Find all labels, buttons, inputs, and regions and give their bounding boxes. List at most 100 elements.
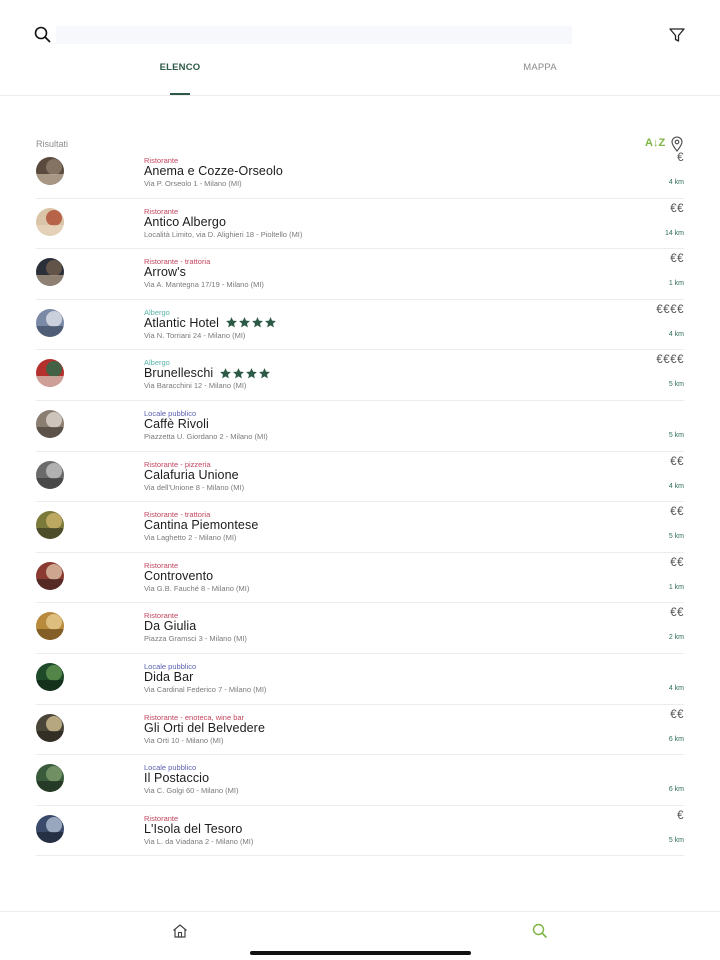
- tab-mappa[interactable]: MAPPA: [480, 62, 600, 96]
- venue-name-text: Anema e Cozze-Orseolo: [144, 164, 283, 178]
- distance: 4 km: [668, 330, 684, 338]
- search-input[interactable]: [56, 26, 572, 44]
- venue-address: Via dell'Unione 8 - Milano (MI): [144, 482, 245, 492]
- tab-elenco-label: ELENCO: [159, 62, 201, 73]
- price-level: €€: [670, 708, 684, 721]
- top-bar: ELENCO MAPPA: [0, 0, 720, 96]
- venue-name: Cantina Piemontese: [144, 518, 258, 532]
- venue-name: Caffè Rivoli: [144, 417, 209, 431]
- list-item[interactable]: Ristorante L'Isola del Tesoro Via L. da Vi…: [36, 806, 684, 857]
- venue-thumbnail: [36, 410, 64, 438]
- price-level: €€: [670, 607, 684, 620]
- list-item[interactable]: Ristorante - enoteca, wine bar Gli Orti d…: [36, 705, 684, 756]
- distance: 1 km: [668, 583, 684, 591]
- venue-thumbnail: [36, 511, 64, 540]
- venue-thumbnail: [36, 157, 64, 185]
- venue-address: Via Cardinal Federico 7 - Milano (MI): [144, 685, 267, 694]
- venue-name: Anema e Cozze-Orseolo: [144, 164, 283, 178]
- venue-address: Via P. Orseolo 1 - Milano (MI): [144, 179, 242, 188]
- venue-address: Piazzetta U. Giordano 2 - Milano (MI): [144, 432, 268, 441]
- venue-name: Il Postaccio: [144, 771, 209, 785]
- star-icon: [264, 316, 277, 329]
- venue-thumbnail: [36, 814, 64, 843]
- venue-thumbnail: [36, 612, 64, 641]
- list-item[interactable]: Ristorante - pizzeria Calafuria Unione Via…: [36, 452, 684, 503]
- star-icon: [232, 367, 245, 380]
- venue-name: Dida Bar: [144, 670, 193, 684]
- distance: 5 km: [668, 432, 684, 439]
- venue-name-text: Calafuria Unione: [144, 467, 239, 482]
- venue-name-text: Brunelleschi: [144, 366, 214, 381]
- home-indicator: [250, 951, 471, 955]
- venue-name-text: Gli Orti del Belvedere: [144, 720, 265, 735]
- venue-thumbnail: [36, 764, 64, 793]
- venue-name-text: Arrow's: [144, 265, 186, 280]
- list-item[interactable]: Ristorante Anema e Cozze-Orseolo Via P. Or…: [36, 148, 684, 199]
- venue-thumbnail: [36, 561, 64, 590]
- star-icon: [238, 316, 251, 329]
- star-rating: [219, 367, 271, 380]
- venue-address: Via L. da Viadana 2 - Milano (MI): [144, 836, 254, 846]
- venue-address: Località Limito, via D. Alighieri 18 - P…: [144, 229, 303, 239]
- star-icon: [251, 316, 264, 329]
- venue-address: Via C. Golgi 60 - Milano (MI): [144, 786, 239, 796]
- distance: 5 km: [668, 836, 684, 844]
- venue-name: Antico Albergo: [144, 215, 226, 229]
- venue-name-text: Cantina Piemontese: [144, 518, 259, 533]
- star-icon: [245, 367, 258, 380]
- list-item[interactable]: Ristorante - trattoria Cantina Piemontese…: [36, 502, 684, 553]
- venue-thumbnail: [36, 207, 64, 236]
- search-icon[interactable]: [32, 24, 54, 46]
- venue-name-text: Caffè Rivoli: [144, 417, 209, 431]
- venue-address: Via G.B. Fauché 8 - Milano (MI): [144, 583, 250, 593]
- list-item[interactable]: Albergo Brunelleschi Via Baracchini 12 - M…: [36, 350, 684, 401]
- bottom-nav: [0, 911, 720, 960]
- price-level: €: [677, 152, 684, 164]
- filter-icon[interactable]: [666, 24, 688, 46]
- list-item[interactable]: Albergo Atlantic Hotel Via N. Torriani 24 …: [36, 300, 684, 351]
- venue-address: Via Orti 10 - Milano (MI): [144, 735, 224, 745]
- tab-elenco[interactable]: ELENCO: [120, 62, 240, 96]
- venue-thumbnail: [36, 460, 64, 489]
- venue-name-text: Antico Albergo: [144, 214, 227, 229]
- venue-address: Via Baracchini 12 - Milano (MI): [144, 381, 247, 391]
- venue-name: Arrow's: [144, 265, 186, 279]
- star-rating: [225, 316, 277, 329]
- distance: 5 km: [668, 381, 684, 389]
- list-item[interactable]: Ristorante Da Giulia Piazza Gramsci 3 - Mi…: [36, 603, 684, 654]
- price-level: €€: [670, 202, 684, 215]
- venue-name: L'Isola del Tesoro: [144, 822, 242, 836]
- venue-address: Via Laghetto 2 - Milano (MI): [144, 533, 237, 543]
- venue-name: Calafuria Unione: [144, 468, 239, 482]
- venue-name: Da Giulia: [144, 619, 196, 633]
- venue-thumbnail: [36, 713, 64, 742]
- venue-thumbnail: [36, 258, 64, 287]
- list-item[interactable]: Locale pubblico Il Postaccio Via C. Golgi …: [36, 755, 684, 806]
- venue-name: Controvento: [144, 569, 213, 583]
- list-item[interactable]: Locale pubblico Caffè Rivoli Piazzetta U. …: [36, 401, 684, 452]
- venue-name-text: Controvento: [144, 568, 214, 583]
- price-level: €€: [670, 253, 684, 266]
- venue-address: Piazza Gramsci 3 - Milano (MI): [144, 634, 247, 644]
- price-level: €€: [670, 506, 684, 519]
- venue-name-text: Dida Bar: [144, 670, 194, 684]
- search-icon[interactable]: [531, 922, 549, 940]
- star-icon: [219, 367, 232, 380]
- list-item[interactable]: Ristorante - trattoria Arrow's Via A. Mant…: [36, 249, 684, 300]
- venue-name: Brunelleschi: [144, 366, 271, 380]
- list-item[interactable]: Ristorante Antico Albergo Località Limito,…: [36, 199, 684, 250]
- distance: 1 km: [668, 280, 684, 288]
- venue-thumbnail: [36, 359, 64, 388]
- distance: 4 km: [668, 179, 684, 186]
- venue-thumbnail: [36, 663, 64, 691]
- list-item[interactable]: Ristorante Controvento Via G.B. Fauché 8 -…: [36, 553, 684, 604]
- distance: 2 km: [668, 634, 684, 642]
- distance: 6 km: [668, 786, 684, 794]
- home-icon[interactable]: [171, 922, 189, 940]
- distance: 5 km: [668, 533, 684, 541]
- list-item[interactable]: Locale pubblico Dida Bar Via Cardinal Fede…: [36, 654, 684, 705]
- venue-name-text: L'Isola del Tesoro: [144, 821, 243, 836]
- venue-name: Atlantic Hotel: [144, 316, 277, 330]
- active-tab-indicator: [170, 93, 190, 95]
- distance: 6 km: [668, 735, 684, 743]
